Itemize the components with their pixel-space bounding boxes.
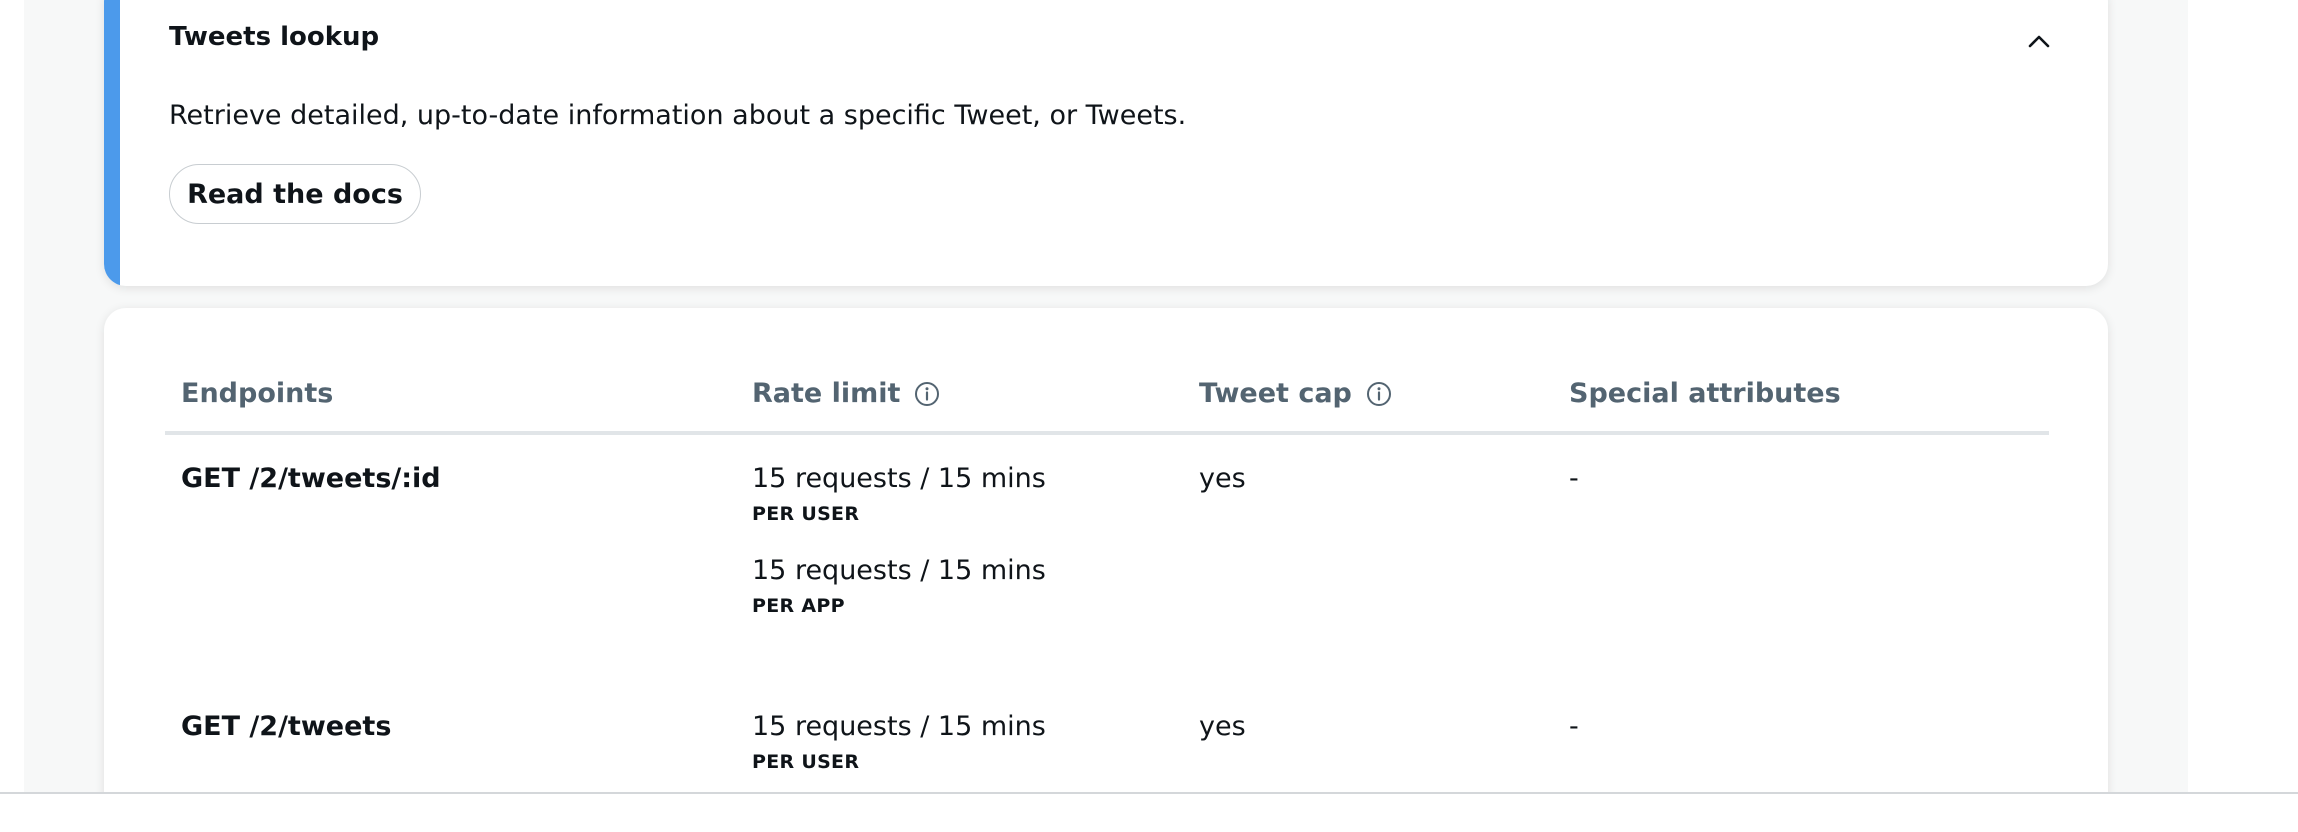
- rate-limit-value: 15 requests / 15 mins: [752, 463, 1046, 494]
- tweet-cap-cell: yes: [1199, 463, 1246, 494]
- viewport-bottom-divider: [0, 792, 2298, 794]
- section-title: Tweets lookup: [169, 22, 380, 52]
- card-accent-bar: [104, 0, 120, 286]
- rate-limit-scope: PER APP: [752, 595, 845, 617]
- tweet-cap-cell: yes: [1199, 711, 1246, 742]
- special-attributes-cell: -: [1569, 463, 1579, 494]
- page-viewport: Tweets lookup Retrieve detailed, up-to-d…: [0, 0, 2298, 792]
- endpoints-table-card: Endpoints Rate limit Tweet cap Special a…: [104, 308, 2108, 792]
- header-tweet-cap: Tweet cap: [1199, 378, 1392, 409]
- info-icon[interactable]: [914, 381, 940, 407]
- header-endpoints: Endpoints: [181, 378, 333, 409]
- header-rate-limit-label: Rate limit: [752, 378, 901, 409]
- header-tweet-cap-label: Tweet cap: [1199, 378, 1352, 409]
- header-rate-limit: Rate limit: [752, 378, 940, 409]
- read-the-docs-button[interactable]: Read the docs: [169, 164, 421, 224]
- header-endpoints-label: Endpoints: [181, 378, 334, 409]
- endpoint-cell: GET /2/tweets/:id: [181, 463, 441, 494]
- rate-limit-scope: PER USER: [752, 751, 860, 773]
- special-attributes-cell: -: [1569, 711, 1579, 742]
- info-icon[interactable]: [1366, 381, 1392, 407]
- rate-limit-value: 15 requests / 15 mins: [752, 555, 1046, 586]
- endpoint-cell: GET /2/tweets: [181, 711, 392, 742]
- chevron-up-icon[interactable]: [2024, 26, 2054, 56]
- header-special-attributes-label: Special attributes: [1569, 378, 1841, 409]
- tweets-lookup-card: Tweets lookup Retrieve detailed, up-to-d…: [104, 0, 2108, 286]
- header-special-attributes: Special attributes: [1569, 378, 1841, 409]
- rate-limit-scope: PER USER: [752, 503, 860, 525]
- header-divider: [165, 431, 2049, 435]
- section-description: Retrieve detailed, up-to-date informatio…: [169, 100, 1187, 131]
- rate-limit-value: 15 requests / 15 mins: [752, 711, 1046, 742]
